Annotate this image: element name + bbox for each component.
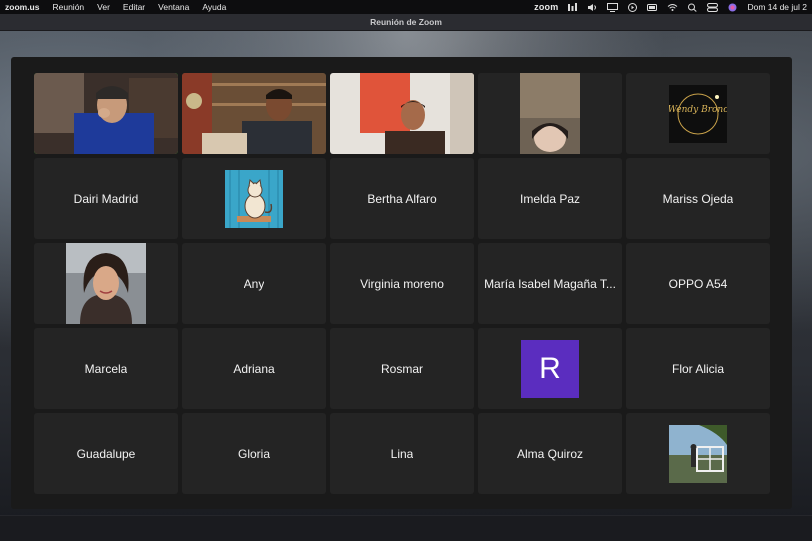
participant-video — [34, 73, 178, 154]
participant-tile-1[interactable] — [34, 73, 178, 154]
search-icon[interactable] — [687, 3, 698, 12]
logo-text: Wendy Bronc — [669, 105, 727, 115]
participant-name: Dairi Madrid — [73, 191, 139, 206]
participant-tile-19[interactable]: R — [478, 328, 622, 409]
participant-tile-14[interactable]: María Isabel Magaña T... — [478, 243, 622, 324]
participant-name: Mariss Ojeda — [662, 191, 734, 206]
wifi-icon[interactable] — [667, 3, 678, 12]
participant-tile-23[interactable]: Lina — [330, 413, 474, 494]
participant-tile-11[interactable] — [34, 243, 178, 324]
participant-name: Any — [243, 276, 265, 291]
participant-name: Guadalupe — [76, 446, 136, 461]
siri-icon[interactable] — [727, 3, 738, 12]
menu-bar: zoom.us Reunión Ver Editar Ventana Ayuda… — [0, 0, 812, 14]
participant-tile-5[interactable]: Wendy Bronc — [626, 73, 770, 154]
control-center-icon[interactable] — [707, 2, 719, 12]
participant-video — [478, 73, 622, 154]
participant-tile-3[interactable] — [330, 73, 474, 154]
participant-name: Alma Quiroz — [516, 446, 584, 461]
zoom-status-item[interactable]: zoom — [534, 2, 558, 12]
letter-avatar: R — [521, 339, 579, 398]
menu-ventana[interactable]: Ventana — [158, 2, 189, 12]
participant-tile-16[interactable]: Marcela — [34, 328, 178, 409]
participant-name: Imelda Paz — [519, 191, 581, 206]
menu-ver[interactable]: Ver — [97, 2, 110, 12]
scene-photo — [669, 424, 727, 483]
participant-name: Marcela — [84, 361, 128, 376]
participant-tile-2[interactable] — [182, 73, 326, 154]
volume-icon[interactable] — [587, 3, 598, 12]
audio-levels-icon[interactable] — [567, 2, 578, 12]
participant-tile-8[interactable]: Bertha Alfaro — [330, 158, 474, 239]
participant-tile-7[interactable] — [182, 158, 326, 239]
participant-name: OPPO A54 — [668, 276, 728, 291]
participant-tile-20[interactable]: Flor Alicia — [626, 328, 770, 409]
gallery-view: Wendy Bronc Dairi Madrid Bertha Alfaro I… — [11, 57, 792, 509]
menu-ayuda[interactable]: Ayuda — [202, 2, 226, 12]
participant-name: Flor Alicia — [671, 361, 724, 376]
participant-name: Lina — [390, 446, 414, 461]
status-area: zoom Dom 14 de jul 2 — [534, 2, 807, 12]
profile-photo — [66, 243, 146, 324]
menu-editar[interactable]: Editar — [123, 2, 145, 12]
bottom-bar — [0, 515, 812, 541]
participant-video — [182, 73, 326, 154]
participant-tile-22[interactable]: Gloria — [182, 413, 326, 494]
participant-name: Gloria — [237, 446, 270, 461]
participant-tile-10[interactable]: Mariss Ojeda — [626, 158, 770, 239]
participant-name: Rosmar — [380, 361, 423, 376]
clock[interactable]: Dom 14 de jul 2 — [747, 2, 807, 12]
window-title: Reunión de Zoom — [370, 17, 442, 27]
participant-tile-13[interactable]: Virginia moreno — [330, 243, 474, 324]
window-title-bar: Reunión de Zoom — [0, 14, 812, 31]
participant-tile-25[interactable] — [626, 413, 770, 494]
participant-name: Adriana — [233, 361, 275, 376]
participant-tile-4[interactable] — [478, 73, 622, 154]
app-menu[interactable]: zoom.us — [5, 2, 39, 12]
business-logo: Wendy Bronc — [669, 84, 727, 143]
menu-reunion[interactable]: Reunión — [52, 2, 84, 12]
screen-mirroring-icon[interactable] — [607, 2, 619, 12]
participant-name: Virginia moreno — [360, 276, 444, 291]
participant-tile-6[interactable]: Dairi Madrid — [34, 158, 178, 239]
battery-icon[interactable] — [647, 3, 658, 12]
participant-tile-17[interactable]: Adriana — [182, 328, 326, 409]
cat-avatar — [225, 169, 283, 228]
play-icon[interactable] — [627, 2, 638, 12]
participant-tile-21[interactable]: Guadalupe — [34, 413, 178, 494]
participant-video — [330, 73, 474, 154]
participant-tile-24[interactable]: Alma Quiroz — [478, 413, 622, 494]
participant-tile-9[interactable]: Imelda Paz — [478, 158, 622, 239]
participant-tile-15[interactable]: OPPO A54 — [626, 243, 770, 324]
participant-tile-18[interactable]: Rosmar — [330, 328, 474, 409]
participant-name: Bertha Alfaro — [367, 191, 437, 206]
participant-name: María Isabel Magaña T... — [484, 276, 616, 291]
participant-tile-12[interactable]: Any — [182, 243, 326, 324]
